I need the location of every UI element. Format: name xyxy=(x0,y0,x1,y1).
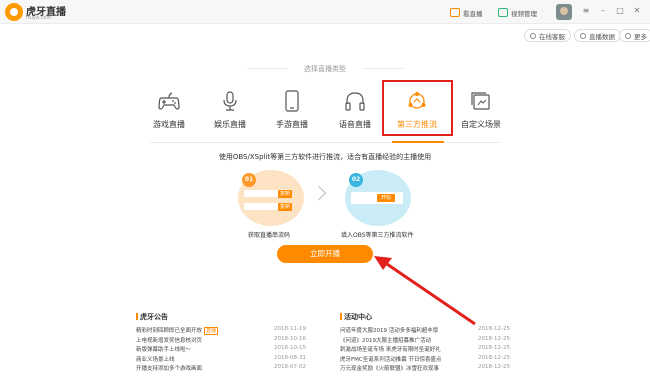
list-item[interactable]: 开播支持添加多个游戏画面 2018-07-02 xyxy=(136,364,306,374)
watch-live-label: 看直播 xyxy=(463,9,483,18)
close-button[interactable]: ✕ xyxy=(631,5,643,17)
step-label: 填入OBS等第三方推流软件 xyxy=(341,232,414,239)
announcement-date: 2018-10-15 xyxy=(274,345,306,351)
activity-date: 2018-12-25 xyxy=(478,345,510,351)
activity-date: 2018-12-25 xyxy=(478,335,510,342)
status-badge: 直播 xyxy=(204,327,219,335)
type-game-live[interactable]: 游戏直播 xyxy=(139,85,199,135)
microphone-icon xyxy=(223,91,237,111)
huya-logo-icon xyxy=(5,3,23,21)
activity-text: 《问道》2019大服主播招募推广活动 xyxy=(340,337,431,344)
announcement-text: 商业义场景上线 xyxy=(136,356,175,363)
tv-icon xyxy=(450,8,460,17)
list-item[interactable]: 虎牙FMC圣诞系列活动推幕 节日惊喜盛点 2018-12-25 xyxy=(340,355,510,365)
online-service-button[interactable]: 在线客服 xyxy=(524,29,571,42)
stream-description: 使用OBS/XSplit等第三方软件进行推流，适合有直播经验的主播使用 xyxy=(218,153,432,161)
service-icon xyxy=(530,32,536,39)
type-label: 语音直播 xyxy=(339,120,371,129)
more-button[interactable]: 更多 xyxy=(619,29,650,42)
announcement-date: 2018-10-16 xyxy=(274,335,306,342)
activity-date: 2018-12-25 xyxy=(478,364,510,370)
online-service-label: 在线客服 xyxy=(539,32,565,41)
menu-icon[interactable]: ≡ xyxy=(580,5,592,17)
start-chip: 开始 xyxy=(377,194,395,202)
step-fill-obs: 02 开始 填入OBS等第三方推流软件 xyxy=(341,170,425,250)
copy-chip: 复制 xyxy=(278,190,292,198)
live-data-label: 直播数据 xyxy=(589,32,615,41)
video-manage-button[interactable]: 视频管理 xyxy=(498,6,537,19)
video-manage-label: 视频管理 xyxy=(511,9,537,18)
type-label: 手游直播 xyxy=(276,120,308,129)
announcement-text: 新版弹幕助手上线啦～ xyxy=(136,347,192,353)
announcement-date: 2018-08-31 xyxy=(274,354,306,361)
active-type-indicator xyxy=(392,141,444,143)
type-label: 娱乐直播 xyxy=(214,120,246,129)
step-field xyxy=(244,203,282,210)
announcement-date: 2018-07-02 xyxy=(274,364,306,370)
activity-date: 2018-12-25 xyxy=(478,326,510,332)
activities-panel: 活动中心 问道年度大服2019 活动多多福利超丰厚 2018-12-25 《问道… xyxy=(340,312,510,374)
type-mobile-game-live[interactable]: 手游直播 xyxy=(262,85,322,135)
announcement-date: 2018-11-19 xyxy=(274,326,306,332)
section-title: 选择直播类型 xyxy=(304,65,346,73)
step-number: 02 xyxy=(349,173,363,187)
app-logo: 虎牙直播 Huya.com xyxy=(5,3,85,21)
selection-highlight xyxy=(382,80,453,136)
step-field xyxy=(244,190,282,197)
list-item[interactable]: 商业义场景上线 2018-08-31 xyxy=(136,355,306,365)
announcement-text: 上电视新增发奖信息核对页 xyxy=(136,337,203,344)
announcements-title: 虎牙公告 xyxy=(136,312,306,322)
video-icon xyxy=(498,8,508,17)
watch-live-button[interactable]: 看直播 xyxy=(450,6,483,19)
copy-chip: 复制 xyxy=(278,203,292,211)
activity-text: 虎牙FMC圣诞系列活动推幕 节日惊喜盛点 xyxy=(340,356,442,363)
step-label: 获取直播串流码 xyxy=(248,232,291,239)
title-bar: 虎牙直播 Huya.com 看直播 视频管理 ≡ – □ ✕ xyxy=(0,0,650,24)
list-item[interactable]: 新版弹幕助手上线啦～ 2018-10-15 xyxy=(136,345,306,355)
more-label: 更多 xyxy=(634,32,647,41)
type-entertainment-live[interactable]: 娱乐直播 xyxy=(200,85,260,135)
activity-text: 问道年度大服2019 活动多多福利超丰厚 xyxy=(340,328,439,334)
activity-text: 刺激战场圣诞专场 来虎牙有限时圣诞好礼 xyxy=(340,347,441,353)
list-item[interactable]: 上电视新增发奖信息核对页 2018-10-16 xyxy=(136,336,306,346)
activity-text: 万元现金奖励《火箭联盟》冰雪狂欢现事 xyxy=(340,366,440,372)
phone-icon xyxy=(285,90,299,112)
type-custom-scene[interactable]: 自定义场景 xyxy=(451,85,511,135)
step-get-stream-code: 01 复制 复制 获取直播串流码 xyxy=(238,170,318,250)
type-label: 自定义场景 xyxy=(461,120,501,129)
app-subname: Huya.com xyxy=(26,15,52,21)
type-divider xyxy=(150,142,500,143)
divider-right xyxy=(363,68,403,69)
type-voice-live[interactable]: 语音直播 xyxy=(325,85,385,135)
type-label: 游戏直播 xyxy=(153,120,185,129)
scene-icon xyxy=(471,92,490,110)
headphones-icon xyxy=(345,92,365,111)
list-item[interactable]: 《问道》2019大服主播招募推广活动 2018-12-25 xyxy=(340,336,510,346)
more-icon xyxy=(625,32,631,39)
start-live-button[interactable]: 立即开播 xyxy=(277,245,373,263)
announcements-panel: 虎牙公告 精彩时刻回顾即已全面开放 直播 2018-11-19 上电视新增发奖信息… xyxy=(136,312,306,374)
data-icon xyxy=(580,32,586,39)
list-item[interactable]: 精彩时刻回顾即已全面开放 直播 2018-11-19 xyxy=(136,326,306,336)
list-item[interactable]: 问道年度大服2019 活动多多福利超丰厚 2018-12-25 xyxy=(340,326,510,336)
list-item[interactable]: 万元现金奖励《火箭联盟》冰雪狂欢现事 2018-12-25 xyxy=(340,364,510,374)
announcement-text: 开播支持添加多个游戏画面 xyxy=(136,366,203,372)
step-number: 01 xyxy=(242,173,256,187)
live-data-button[interactable]: 直播数据 xyxy=(574,29,621,42)
avatar[interactable] xyxy=(556,4,572,20)
list-item[interactable]: 刺激战场圣诞专场 来虎牙有限时圣诞好礼 2018-12-25 xyxy=(340,345,510,355)
announcement-text: 精彩时刻回顾即已全面开放 xyxy=(136,328,203,334)
gamepad-icon xyxy=(158,92,180,110)
activities-title: 活动中心 xyxy=(340,312,510,322)
minimize-button[interactable]: – xyxy=(597,5,609,17)
maximize-button[interactable]: □ xyxy=(614,5,626,17)
activity-date: 2018-12-25 xyxy=(478,354,510,361)
